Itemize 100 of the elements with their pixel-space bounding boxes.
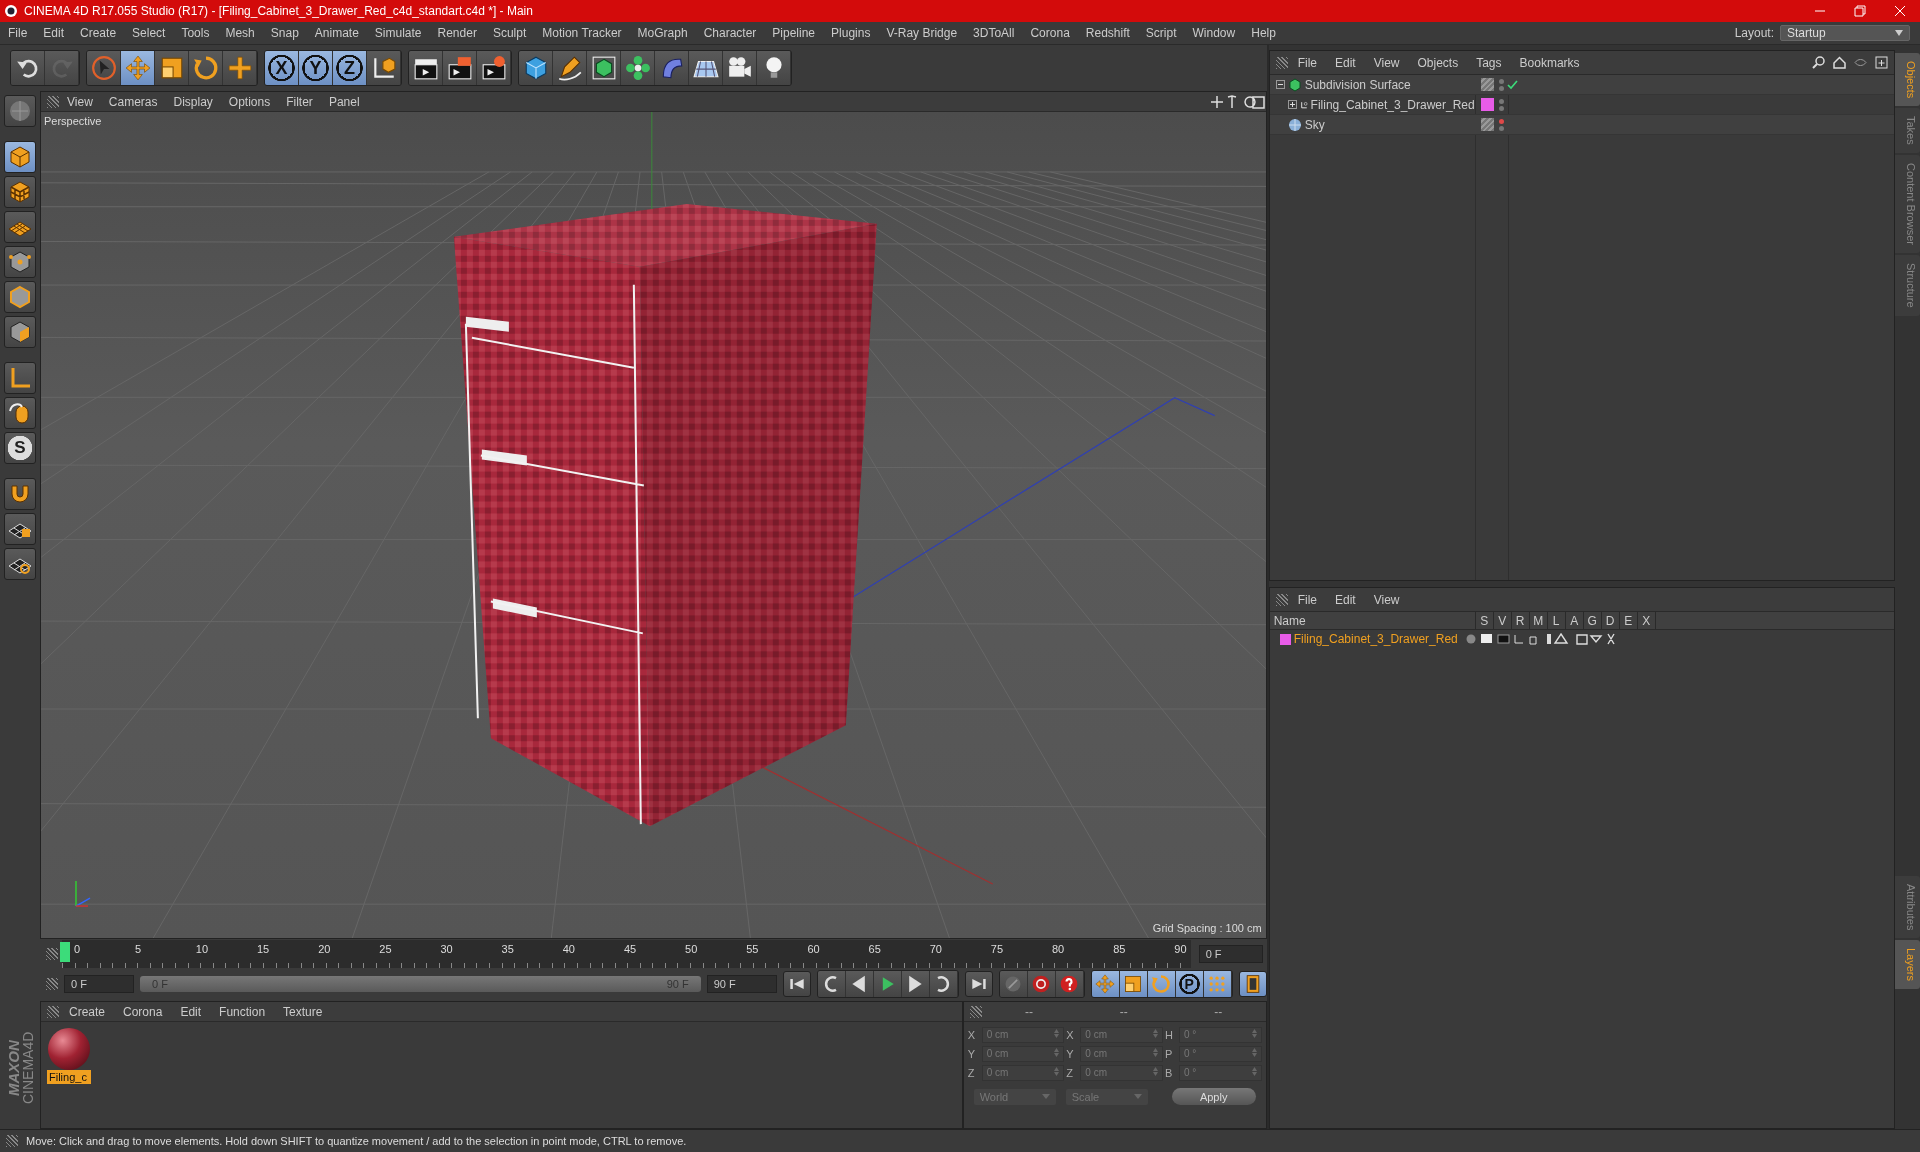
question-mark-circle-button[interactable] bbox=[1055, 971, 1084, 997]
material-swatch[interactable] bbox=[48, 1028, 90, 1070]
snap-button[interactable]: S bbox=[4, 432, 36, 464]
skip-end-button[interactable] bbox=[964, 971, 993, 997]
cloner-button[interactable] bbox=[621, 51, 655, 85]
menu-item[interactable]: Tools bbox=[173, 26, 218, 40]
menu-item[interactable]: Plugins bbox=[823, 26, 879, 40]
menu-item[interactable]: Filter bbox=[278, 94, 321, 109]
axis-lock-button[interactable]: Y bbox=[299, 51, 333, 85]
select-button[interactable] bbox=[87, 51, 121, 85]
forward-key-button[interactable] bbox=[929, 971, 958, 997]
object-row[interactable]: Sky bbox=[1269, 115, 1894, 135]
start-frame-field[interactable]: 0 F bbox=[64, 975, 134, 993]
menu-item[interactable]: Window bbox=[1184, 26, 1244, 40]
menu-item[interactable]: Edit bbox=[1327, 592, 1364, 607]
grid-plane-button[interactable] bbox=[4, 211, 36, 243]
menu-item[interactable]: Options bbox=[220, 94, 279, 109]
mouse-button[interactable] bbox=[4, 397, 36, 429]
subdivision-cube-button[interactable] bbox=[587, 51, 621, 85]
visibility-dots[interactable] bbox=[1498, 118, 1504, 131]
visibility-dots[interactable] bbox=[1498, 78, 1504, 91]
layer-color-swatch[interactable] bbox=[1480, 98, 1494, 111]
panel-grip-icon[interactable] bbox=[969, 1005, 982, 1018]
layer-tag[interactable] bbox=[1480, 118, 1494, 131]
axis-button[interactable] bbox=[4, 362, 36, 394]
search-icon[interactable] bbox=[1812, 56, 1825, 69]
menu-item[interactable]: Motion Tracker bbox=[534, 26, 630, 40]
collapse-toggle[interactable] bbox=[1275, 80, 1285, 89]
menu-item[interactable]: File bbox=[0, 26, 36, 40]
step-back-button[interactable] bbox=[845, 971, 874, 997]
timeline-ruler[interactable]: 0 5 10 15 20 25 30 35 40 45 50 55 60 65 70 75 80 85 90 bbox=[62, 940, 1191, 968]
menu-item[interactable]: Tags bbox=[1468, 55, 1510, 70]
move-arrows-button[interactable] bbox=[121, 51, 155, 85]
menu-item[interactable]: Character bbox=[695, 26, 765, 40]
expand-toggle[interactable] bbox=[1287, 100, 1297, 109]
menu-item[interactable]: Snap bbox=[262, 26, 307, 40]
panel-grip-icon[interactable] bbox=[6, 1134, 18, 1147]
pen-button[interactable] bbox=[553, 51, 587, 85]
menu-item[interactable]: Edit bbox=[172, 1004, 210, 1019]
close-icon[interactable] bbox=[1894, 5, 1906, 17]
menu-item[interactable]: Script bbox=[1137, 26, 1185, 40]
bent-shape-button[interactable] bbox=[655, 51, 689, 85]
current-frame-field[interactable]: 0 F bbox=[1198, 945, 1263, 963]
menu-item[interactable]: Redshift bbox=[1077, 26, 1138, 40]
move-arrows-button[interactable] bbox=[1091, 971, 1120, 997]
check-icon[interactable] bbox=[1506, 79, 1518, 90]
floor-grid-button[interactable] bbox=[689, 51, 723, 85]
rotate-button[interactable] bbox=[189, 51, 223, 85]
new-panel-icon[interactable] bbox=[1875, 56, 1888, 69]
menu-item[interactable]: 3DToAll bbox=[965, 26, 1023, 40]
apply-button[interactable]: Apply bbox=[1171, 1088, 1256, 1105]
menu-item[interactable]: Cameras bbox=[100, 94, 166, 109]
rotate-button[interactable] bbox=[1147, 971, 1176, 997]
restore-icon[interactable] bbox=[1854, 5, 1866, 17]
record-button[interactable] bbox=[1027, 971, 1056, 997]
film-strip-button[interactable] bbox=[1238, 971, 1267, 997]
skip-start-button[interactable] bbox=[782, 971, 811, 997]
menu-item[interactable]: Pipeline bbox=[764, 26, 824, 40]
side-tab[interactable]: Objects bbox=[1895, 53, 1920, 107]
undo-button[interactable] bbox=[11, 51, 45, 85]
menu-item[interactable]: View bbox=[1365, 55, 1408, 70]
menu-item[interactable]: V-Ray Bridge bbox=[878, 26, 966, 40]
menu-item[interactable]: Help bbox=[1243, 26, 1284, 40]
menu-item[interactable]: File bbox=[1289, 55, 1325, 70]
cube-button[interactable] bbox=[519, 51, 553, 85]
back-key-button[interactable] bbox=[817, 971, 846, 997]
cube-button[interactable] bbox=[4, 141, 36, 173]
menu-item[interactable]: Display bbox=[165, 94, 221, 109]
menu-item[interactable]: Sculpt bbox=[484, 26, 535, 40]
menu-item[interactable]: Edit bbox=[1327, 55, 1364, 70]
menu-item[interactable]: Corona bbox=[1022, 26, 1078, 40]
menu-item[interactable]: Texture bbox=[275, 1004, 331, 1019]
grid-rotate-button[interactable] bbox=[4, 548, 36, 580]
axis-lock-button[interactable]: X bbox=[265, 51, 299, 85]
menu-item[interactable]: View bbox=[1365, 592, 1408, 607]
step-forward-button[interactable] bbox=[901, 971, 930, 997]
menu-item[interactable]: Mesh bbox=[217, 26, 263, 40]
scale-button[interactable] bbox=[1119, 971, 1148, 997]
move-plus-button[interactable] bbox=[223, 51, 257, 85]
menu-item[interactable]: Select bbox=[124, 26, 174, 40]
panel-grip-icon[interactable] bbox=[47, 95, 59, 108]
menu-item[interactable]: Render bbox=[429, 26, 485, 40]
camera-button[interactable] bbox=[723, 51, 757, 85]
layer-tag[interactable] bbox=[1480, 78, 1494, 91]
menu-item[interactable]: Panel bbox=[320, 94, 368, 109]
menu-item[interactable]: Edit bbox=[35, 26, 73, 40]
visibility-dots[interactable] bbox=[1498, 98, 1504, 111]
panel-grip-icon[interactable] bbox=[46, 948, 58, 960]
parameter-key-button[interactable]: P bbox=[1175, 971, 1204, 997]
menu-item[interactable]: File bbox=[1289, 592, 1325, 607]
layer-color-swatch[interactable] bbox=[1279, 633, 1291, 645]
scale-button[interactable] bbox=[155, 51, 189, 85]
menu-item[interactable]: View bbox=[59, 94, 101, 109]
panel-grip-icon[interactable] bbox=[47, 1005, 59, 1018]
panel-grip-icon[interactable] bbox=[1275, 56, 1288, 69]
grid-lock-button[interactable] bbox=[4, 513, 36, 545]
menu-item[interactable]: Create bbox=[61, 1004, 114, 1019]
layout-dropdown[interactable]: Startup bbox=[1780, 25, 1910, 41]
eye-icon[interactable] bbox=[1854, 56, 1867, 69]
cube-polygons-button[interactable] bbox=[4, 316, 36, 348]
